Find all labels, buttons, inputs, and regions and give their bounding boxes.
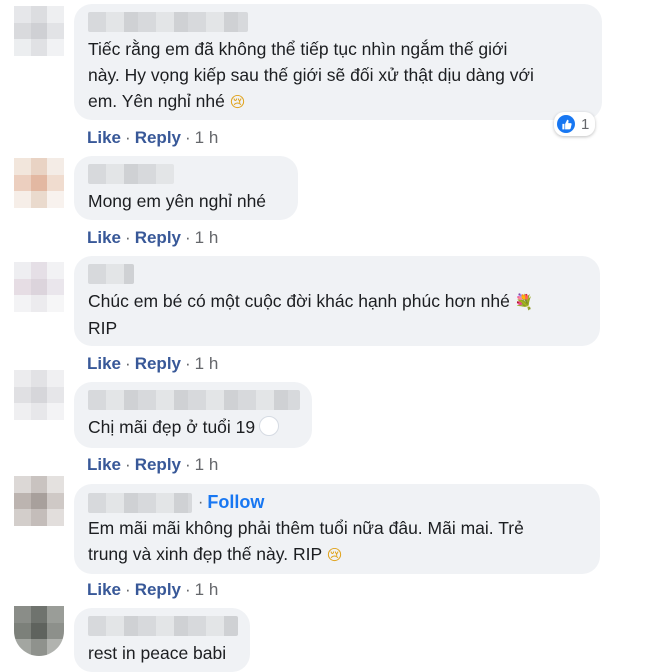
comment-bubble: Chị mãi đẹp ở tuổi 19 <box>74 382 312 448</box>
separator: · <box>185 354 191 373</box>
comment-text: Em mãi mãi không phải thêm tuổi nữa đâu.… <box>88 518 524 564</box>
like-link[interactable]: Like <box>87 455 121 475</box>
avatar[interactable] <box>14 476 64 526</box>
reaction-count-badge[interactable]: 1 <box>554 112 596 136</box>
timestamp[interactable]: 1 h <box>195 228 219 248</box>
separator: · <box>185 228 191 247</box>
crying-face-icon: 😢 <box>326 546 343 564</box>
reaction-count: 1 <box>581 115 590 133</box>
comment-actions: Like · Reply · 1 h <box>87 354 218 374</box>
thumbs-up-icon <box>557 115 575 133</box>
comment-text: Chị mãi đẹp ở tuổi 19 <box>88 414 300 440</box>
comment-text: rest in peace babi <box>88 643 227 663</box>
comment-bubble: Tiếc rằng em đã không thể tiếp tục nhìn … <box>74 4 602 120</box>
comment-text: Tiếc rằng em đã không thể tiếp tục nhìn … <box>88 39 534 111</box>
separator: · <box>125 354 131 373</box>
crying-face-icon: 😢 <box>229 93 246 111</box>
comment-actions: Like · Reply · 1 h <box>87 455 218 475</box>
like-link[interactable]: Like <box>87 580 121 600</box>
like-link[interactable]: Like <box>87 128 121 148</box>
separator: · <box>125 580 131 599</box>
like-link[interactable]: Like <box>87 228 121 248</box>
comment-text: Chúc em bé có một cuộc đời khác hạnh phú… <box>88 291 534 338</box>
commenter-name[interactable] <box>88 12 248 32</box>
follow-button[interactable]: Follow <box>207 492 264 513</box>
comment-actions: Like · Reply · 1 h <box>87 228 218 248</box>
reply-link[interactable]: Reply <box>135 128 181 148</box>
comment-actions: Like · Reply · 1 h <box>87 580 218 600</box>
separator: · <box>198 493 204 511</box>
reply-link[interactable]: Reply <box>135 455 181 475</box>
comment-actions: Like · Reply · 1 h <box>87 128 218 148</box>
bouquet-icon: 💐 <box>514 293 534 311</box>
separator: · <box>125 455 131 474</box>
commenter-name[interactable] <box>88 164 174 184</box>
avatar[interactable] <box>14 370 64 420</box>
separator: · <box>125 128 131 147</box>
comment-bubble: rest in peace babi <box>74 608 250 672</box>
reply-link[interactable]: Reply <box>135 580 181 600</box>
avatar[interactable] <box>14 606 64 656</box>
separator: · <box>185 455 191 474</box>
white-heart-icon <box>259 416 280 436</box>
separator: · <box>185 580 191 599</box>
avatar[interactable] <box>14 158 64 208</box>
timestamp[interactable]: 1 h <box>195 455 219 475</box>
separator: · <box>125 228 131 247</box>
timestamp[interactable]: 1 h <box>195 580 219 600</box>
avatar[interactable] <box>14 6 64 56</box>
reply-link[interactable]: Reply <box>135 228 181 248</box>
commenter-name[interactable] <box>88 264 134 284</box>
timestamp[interactable]: 1 h <box>195 128 219 148</box>
commenter-name[interactable] <box>88 616 238 636</box>
timestamp[interactable]: 1 h <box>195 354 219 374</box>
comment-bubble: Mong em yên nghỉ nhé <box>74 156 298 220</box>
comment-text: Mong em yên nghỉ nhé <box>88 191 267 211</box>
commenter-name[interactable] <box>88 492 192 513</box>
comment-bubble: · Follow Em mãi mãi không phải thêm tuổi… <box>74 484 600 574</box>
commenter-name[interactable] <box>88 390 300 410</box>
avatar[interactable] <box>14 262 64 312</box>
reply-link[interactable]: Reply <box>135 354 181 374</box>
comment-bubble: Chúc em bé có một cuộc đời khác hạnh phú… <box>74 256 600 346</box>
like-link[interactable]: Like <box>87 354 121 374</box>
separator: · <box>185 128 191 147</box>
